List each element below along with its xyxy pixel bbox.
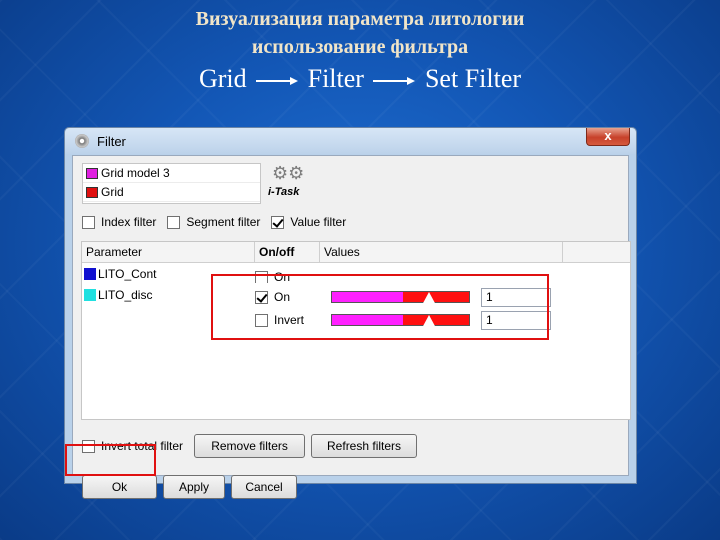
parameter-name: LITO_disc	[98, 288, 153, 302]
dialog-buttons: Ok Apply Cancel	[82, 475, 297, 499]
segment-filter-label: Segment filter	[186, 215, 261, 229]
segment-filter-checkbox[interactable]	[167, 215, 181, 229]
column-header-values[interactable]: Values	[320, 242, 563, 263]
arrow-right-icon	[256, 77, 299, 86]
ok-button[interactable]: Ok	[82, 475, 157, 499]
grid-list-item-label: Grid	[101, 185, 124, 199]
value-filter-option[interactable]: Value filter	[271, 215, 346, 229]
path-step-set-filter: Set Filter	[424, 64, 522, 93]
grid-list-item[interactable]: Grid model 3	[83, 164, 260, 183]
slide-title-line2: использование фильтра	[251, 36, 469, 58]
menu-path: Grid Filter Set Filter	[0, 64, 720, 94]
path-step-grid: Grid	[198, 64, 247, 93]
cancel-button[interactable]: Cancel	[231, 475, 297, 499]
grid-color-swatch	[86, 186, 98, 198]
arrow-right-icon	[373, 77, 416, 86]
grid-list[interactable]: Grid model 3 Grid	[82, 163, 261, 204]
refresh-filters-button[interactable]: Refresh filters	[311, 434, 418, 458]
grid-list-item-label: Grid model 3	[101, 166, 170, 180]
grid-list-item[interactable]: Grid	[83, 183, 260, 202]
column-header-onoff[interactable]: On/off	[255, 242, 320, 263]
remove-filters-button[interactable]: Remove filters	[194, 434, 306, 458]
table-header: Parameter On/off Values	[82, 242, 630, 263]
index-filter-option[interactable]: Index filter	[82, 215, 156, 229]
filter-type-row: Index filter Segment filter Value filter	[82, 215, 357, 229]
gears-icon: ⚙⚙	[272, 163, 305, 183]
value-filter-label: Value filter	[290, 215, 347, 229]
grid-color-swatch	[86, 167, 98, 179]
table-row[interactable]: LITO_Cont	[82, 264, 156, 284]
index-filter-checkbox[interactable]	[82, 215, 95, 229]
path-step-filter: Filter	[307, 64, 364, 93]
ok-highlight-box	[65, 444, 156, 476]
values-highlight-box	[211, 274, 549, 340]
itask-label: i-Task	[268, 186, 300, 198]
parameter-color-swatch	[84, 268, 96, 280]
segment-filter-option[interactable]: Segment filter	[167, 215, 260, 229]
slide-title-line1: Визуализация параметра литологии	[195, 8, 525, 30]
itask-button[interactable]: ⚙⚙ i-Task	[266, 163, 312, 199]
dialog-titlebar[interactable]: Filter x	[65, 128, 636, 154]
parameter-name: LITO_Cont	[98, 267, 157, 281]
close-button[interactable]: x	[586, 128, 630, 146]
app-icon	[75, 134, 89, 148]
column-header-parameter[interactable]: Parameter	[82, 242, 255, 263]
parameter-color-swatch	[84, 289, 96, 301]
table-row[interactable]: LITO_disc	[82, 285, 152, 305]
dialog-title: Filter	[97, 134, 126, 149]
index-filter-label: Index filter	[101, 215, 157, 229]
value-filter-checkbox[interactable]	[271, 215, 285, 229]
apply-button[interactable]: Apply	[163, 475, 225, 499]
